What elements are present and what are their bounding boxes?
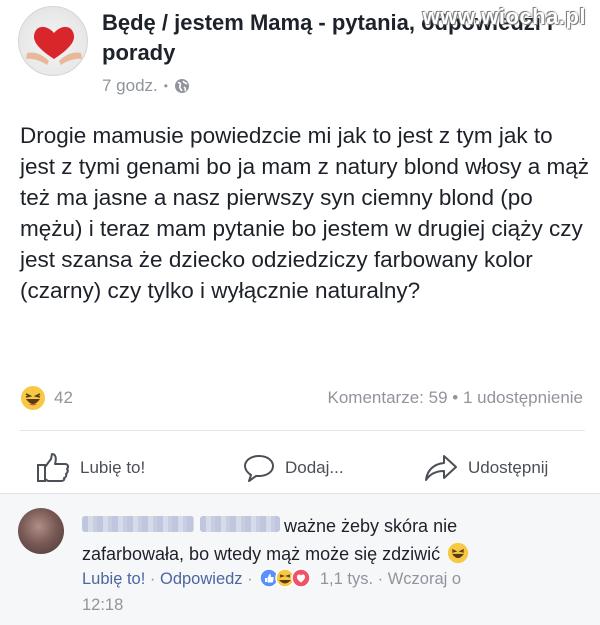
comment-button[interactable]: Dodaj... [243,453,344,483]
action-bar: Lubię to! Dodaj... Udostępnij [0,445,600,485]
comment-footer: Lubię to! · Odpowiedz · 1,1 tys. · Wczor… [82,566,587,618]
globe-icon [174,79,189,93]
comment-reaction-count: 1,1 tys. [319,570,374,588]
reactions-stack-icon [259,568,311,588]
comments-shares: Komentarze: 59 • 1 udostępnienie [328,388,583,408]
separator-dot: · [377,570,388,588]
like-label: Lubię to! [80,458,146,477]
heart-hands-icon [26,26,82,65]
comment-text: ważne żeby skóra nie zafarbowała, bo wte… [82,512,582,568]
comment-label: Dodaj... [285,458,344,477]
comment-like-link[interactable]: Lubię to! [82,570,145,588]
separator-dot: • [163,79,168,93]
thumbs-up-icon [37,453,70,482]
post-time[interactable]: 7 godz. [102,76,158,96]
haha-emoji-icon [448,542,469,564]
comment-text-line1: ważne żeby skóra nie [284,516,458,536]
share-button[interactable]: Udostępnij [424,453,548,483]
separator-dot: · [149,570,160,588]
comments-count[interactable]: Komentarze: 59 [328,388,448,407]
separator-dot: • [452,388,463,407]
post-text: Drogie mamusie powiedzcie mi jak to jest… [20,123,589,303]
reaction-count[interactable]: 42 [54,388,73,408]
haha-emoji-icon[interactable] [20,385,46,411]
comment-reactions[interactable]: 1,1 tys. [257,568,377,588]
post-stats: 42 Komentarze: 59 • 1 udostępnienie [20,385,585,411]
comment-bubble-icon [244,455,274,482]
group-avatar[interactable] [18,6,88,76]
comments-section: ważne żeby skóra nie zafarbowała, bo wte… [0,493,600,625]
comment-time-line1[interactable]: Wczoraj o [388,570,461,588]
comment-time-line2[interactable]: 12:18 [82,596,123,614]
post-card: Będę / jestem Mamą - pytania, odpowiedzi… [0,0,600,493]
commenter-avatar[interactable] [18,508,64,554]
watermark: www.wiocha.pl [422,4,586,29]
separator-dot: · [247,570,258,588]
share-arrow-icon [425,455,457,481]
post-meta: 7 godz. • [102,76,190,96]
comment-reply-link[interactable]: Odpowiedz [160,570,243,588]
share-label: Udostępnij [468,458,549,477]
divider [20,430,585,431]
comment-text-line2: zafarbowała, bo wtedy mąż może się zdziw… [82,544,441,564]
like-button[interactable]: Lubię to! [36,453,145,483]
shares-count[interactable]: 1 udostępnienie [463,388,583,407]
